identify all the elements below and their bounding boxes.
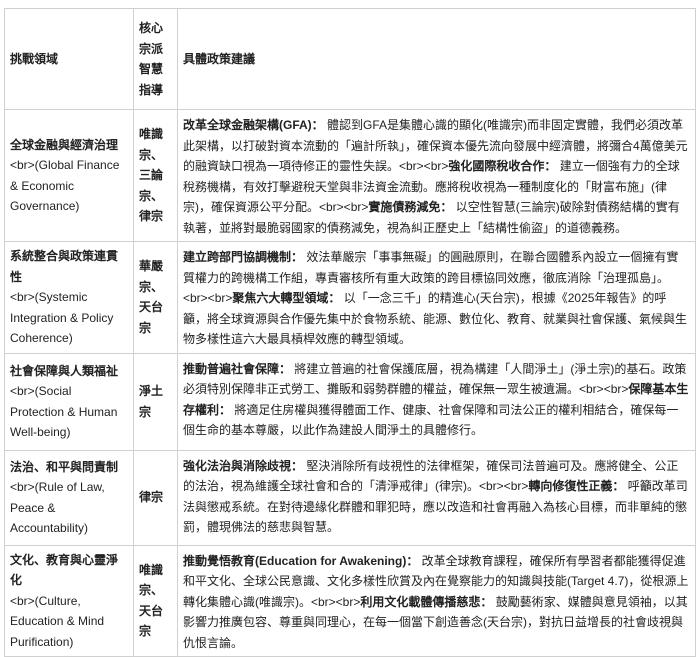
- policy-heading: 建立跨部門協調機制：: [183, 250, 304, 264]
- core-school-cell: 唯識宗、天台宗: [133, 544, 178, 657]
- policy-heading: 改革全球金融架構(GFA)：: [183, 118, 324, 132]
- challenge-area-cell: 法治、和平與問責制 <br>(Rule of Law, Peace & Accou…: [4, 449, 134, 546]
- table-row: 全球金融與經濟治理 <br>(Global Finance & Economic …: [4, 109, 696, 242]
- header-policy: 具體政策建議: [177, 8, 696, 110]
- core-school-cell: 律宗: [133, 449, 178, 546]
- policy-cell: 推動普遍社會保障： 將建立普遍的社會保護底層，視為構建「人間淨土」(淨土宗)的基…: [177, 352, 696, 451]
- area-english: <br>(Global Finance & Economic Governanc…: [10, 158, 120, 213]
- area-english: <br>(Social Protection & Human Well-bein…: [10, 384, 118, 439]
- table-row: 社會保障與人類福祉 <br>(Social Protection & Human …: [4, 352, 696, 451]
- header-core-school: 核心宗派智慧指導: [133, 8, 178, 110]
- table-row: 法治、和平與問責制 <br>(Rule of Law, Peace & Accou…: [4, 449, 696, 546]
- table-row: 系統整合與政策連貫性 <br>(Systemic Integration & Po…: [4, 241, 696, 354]
- header-row: 挑戰領域 核心宗派智慧指導 具體政策建議: [4, 8, 696, 110]
- policy-heading: 推動普遍社會保障：: [183, 361, 292, 376]
- policy-cell: 建立跨部門協調機制： 效法華嚴宗「事事無礙」的圓融原則，在聯合國體系內設立一個擁…: [177, 241, 696, 354]
- policy-heading: 利用文化載體傳播慈悲：: [360, 594, 493, 609]
- challenge-area-cell: 全球金融與經濟治理 <br>(Global Finance & Economic …: [4, 109, 134, 242]
- policy-cell: 推動覺悟教育(Education for Awakening)： 改革全球教育課…: [177, 544, 696, 657]
- policy-table: 挑戰領域 核心宗派智慧指導 具體政策建議 全球金融與經濟治理 <br>(Globa…: [4, 8, 696, 657]
- policy-heading: 強化法治與消除歧視：: [183, 458, 304, 473]
- area-title: 社會保障與人類福祉: [10, 363, 119, 378]
- policy-cell: 改革全球金融架構(GFA)： 體認到GFA是集體心識的顯化(唯識宗)而非固定實體…: [177, 109, 696, 242]
- policy-text: 將適足住房權與獲得體面工作、健康、社會保障和司法公正的權利相結合，確保每一個生命…: [183, 402, 679, 438]
- area-title: 系統整合與政策連貫性: [10, 249, 119, 284]
- area-title: 法治、和平與問責制: [10, 459, 119, 474]
- policy-heading: 轉向修復性正義：: [528, 479, 625, 493]
- policy-cell: 強化法治與消除歧視： 堅決消除所有歧視性的法律框架，確保司法普遍可及。應將健全、…: [177, 449, 696, 546]
- policy-heading: 強化國際稅收合作：: [448, 159, 557, 173]
- policy-heading: 實施債務減免：: [368, 200, 453, 214]
- challenge-area-cell: 系統整合與政策連貫性 <br>(Systemic Integration & Po…: [4, 241, 134, 354]
- table-row: 文化、教育與心靈淨化 <br>(Culture, Education & Mind…: [4, 544, 696, 657]
- policy-heading: 聚焦六大轉型領域：: [232, 291, 341, 305]
- area-english: <br>(Culture, Education & Mind Purificat…: [10, 593, 105, 649]
- header-challenge-area: 挑戰領域: [4, 8, 134, 110]
- area-title: 文化、教育與心靈淨化: [10, 552, 119, 588]
- area-title: 全球金融與經濟治理: [10, 137, 119, 152]
- core-school-cell: 華嚴宗、天台宗: [133, 241, 178, 354]
- area-english: <br>(Rule of Law, Peace & Accountability…: [10, 480, 105, 535]
- core-school-cell: 淨土宗: [133, 352, 178, 451]
- challenge-area-cell: 社會保障與人類福祉 <br>(Social Protection & Human …: [4, 352, 134, 451]
- challenge-area-cell: 文化、教育與心靈淨化 <br>(Culture, Education & Mind…: [4, 544, 134, 657]
- core-school-cell: 唯識宗、三論宗、律宗: [133, 109, 178, 242]
- area-english: <br>(Systemic Integration & Policy Coher…: [10, 290, 114, 345]
- policy-heading: 推動覺悟教育(Education for Awakening)：: [183, 553, 419, 568]
